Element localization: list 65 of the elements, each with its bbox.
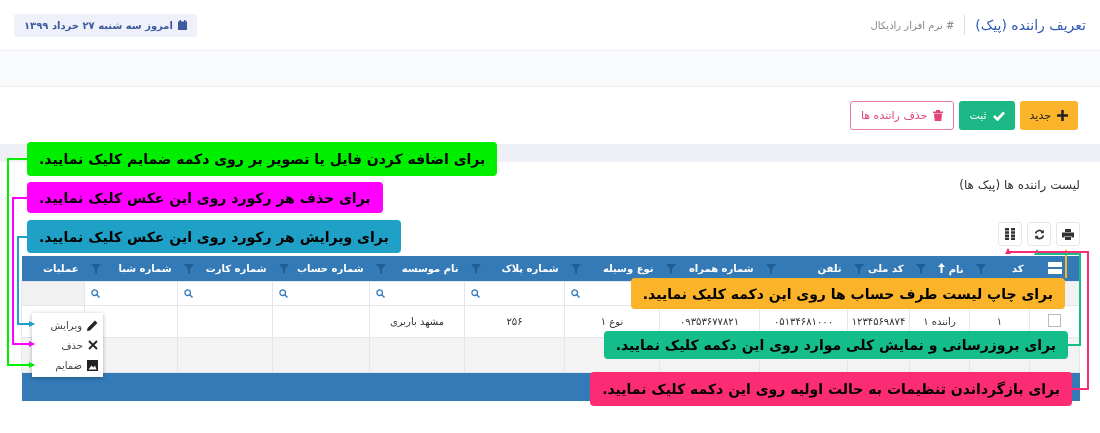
filter-icon[interactable] (665, 263, 676, 274)
search-icon (376, 289, 385, 298)
menu-icon[interactable] (1047, 261, 1062, 274)
search-icon (571, 289, 580, 298)
hint-tooltip: برای حذف هر رکورد روی این عکس کلیک نمایید. (27, 182, 383, 213)
check-icon (992, 110, 1005, 121)
table-cell: ۰۵۱۳۴۶۸۱۰۰۰ (773, 316, 834, 327)
save-button[interactable]: ثبت (959, 101, 1015, 130)
filter-icon[interactable] (570, 263, 581, 274)
row-checkbox[interactable] (1048, 314, 1061, 327)
image-icon (87, 359, 98, 371)
date-badge: امروز سه شنبه ۲۷ خرداد ۱۳۹۹ (14, 13, 197, 37)
search-icon (471, 289, 480, 298)
column-header: عملیات (43, 263, 79, 274)
search-icon (91, 289, 100, 298)
trash-icon (933, 110, 944, 121)
filter-icon[interactable] (470, 263, 481, 274)
calendar-icon (177, 20, 187, 30)
table-cell: راننده ۱ (923, 316, 956, 327)
filter-field[interactable] (177, 281, 273, 306)
print-button[interactable] (1056, 222, 1080, 246)
filter-icon[interactable] (278, 263, 289, 274)
filter-icon[interactable] (375, 263, 386, 274)
filter-icon[interactable] (915, 263, 926, 274)
filter-field[interactable] (84, 281, 178, 306)
delete-menu-item[interactable]: حذف (32, 335, 103, 355)
hint-tooltip: برای اضافه کردن فایل یا تصویر بر روی دکمه ضمایم کلیک نمایید. (27, 142, 498, 176)
attach-menu-item[interactable]: ضمایم (32, 355, 103, 375)
search-icon (279, 289, 288, 298)
hint-tooltip: برای بازگرداندن تنظیمات به حالت اولیه روی این دکمه کلیک نمایید. (590, 372, 1072, 406)
filter-field[interactable] (369, 281, 465, 306)
sort-arrow-icon (938, 262, 946, 273)
print-icon (1062, 228, 1074, 240)
refresh-icon (1033, 228, 1045, 240)
filter-icon[interactable] (765, 263, 776, 274)
plus-icon (1057, 110, 1068, 121)
column-header[interactable]: کد (1011, 263, 1024, 274)
filter-icon[interactable] (183, 263, 194, 274)
search-icon (184, 289, 193, 298)
columns-button[interactable] (998, 222, 1022, 246)
filter-field[interactable] (272, 281, 370, 306)
pencil-icon (87, 319, 98, 331)
list-title: لیست راننده ها (پیک ها) (959, 178, 1080, 195)
filter-icon[interactable] (975, 263, 986, 274)
hint-tooltip: برای بروزرسانی و نمایش کلی موارد روی این دکمه کلیک نمایید. (603, 331, 1068, 359)
refresh-button[interactable] (1027, 222, 1051, 246)
hint-tooltip: برای چاپ لیست طرف حساب ها روی این دکمه کلیک نمایید. (630, 278, 1065, 309)
page-title: تعریف راننده (پیک) (975, 17, 1086, 33)
delete-button[interactable]: حذف راننده ها (849, 101, 955, 130)
columns-icon (1005, 228, 1015, 240)
table-cell: ۰۹۳۵۳۶۷۷۸۲۱ (679, 316, 740, 327)
table-cell: ۱ (996, 316, 1003, 327)
hint-tooltip: برای ویرایش هر رکورد روی این عکس کلیک نمایید. (27, 220, 401, 253)
breadcrumb: # نرم افزار رادیکال (870, 19, 955, 31)
edit-menu-item[interactable]: ویرایش (32, 315, 103, 335)
table-cell: مشهد باربری (389, 316, 445, 327)
table-cell: ۱۲۳۴۵۶۹۸۷۴ (851, 316, 906, 327)
new-button[interactable]: جدید (1019, 101, 1078, 130)
filter-icon[interactable] (853, 263, 864, 274)
table-cell: نوع ۱ (600, 316, 624, 327)
close-icon (88, 340, 98, 350)
table-cell: ۲۵۶ (506, 316, 523, 327)
filter-field[interactable] (464, 281, 565, 306)
filter-icon[interactable] (90, 263, 101, 274)
column-header[interactable]: تلفن (817, 263, 842, 274)
